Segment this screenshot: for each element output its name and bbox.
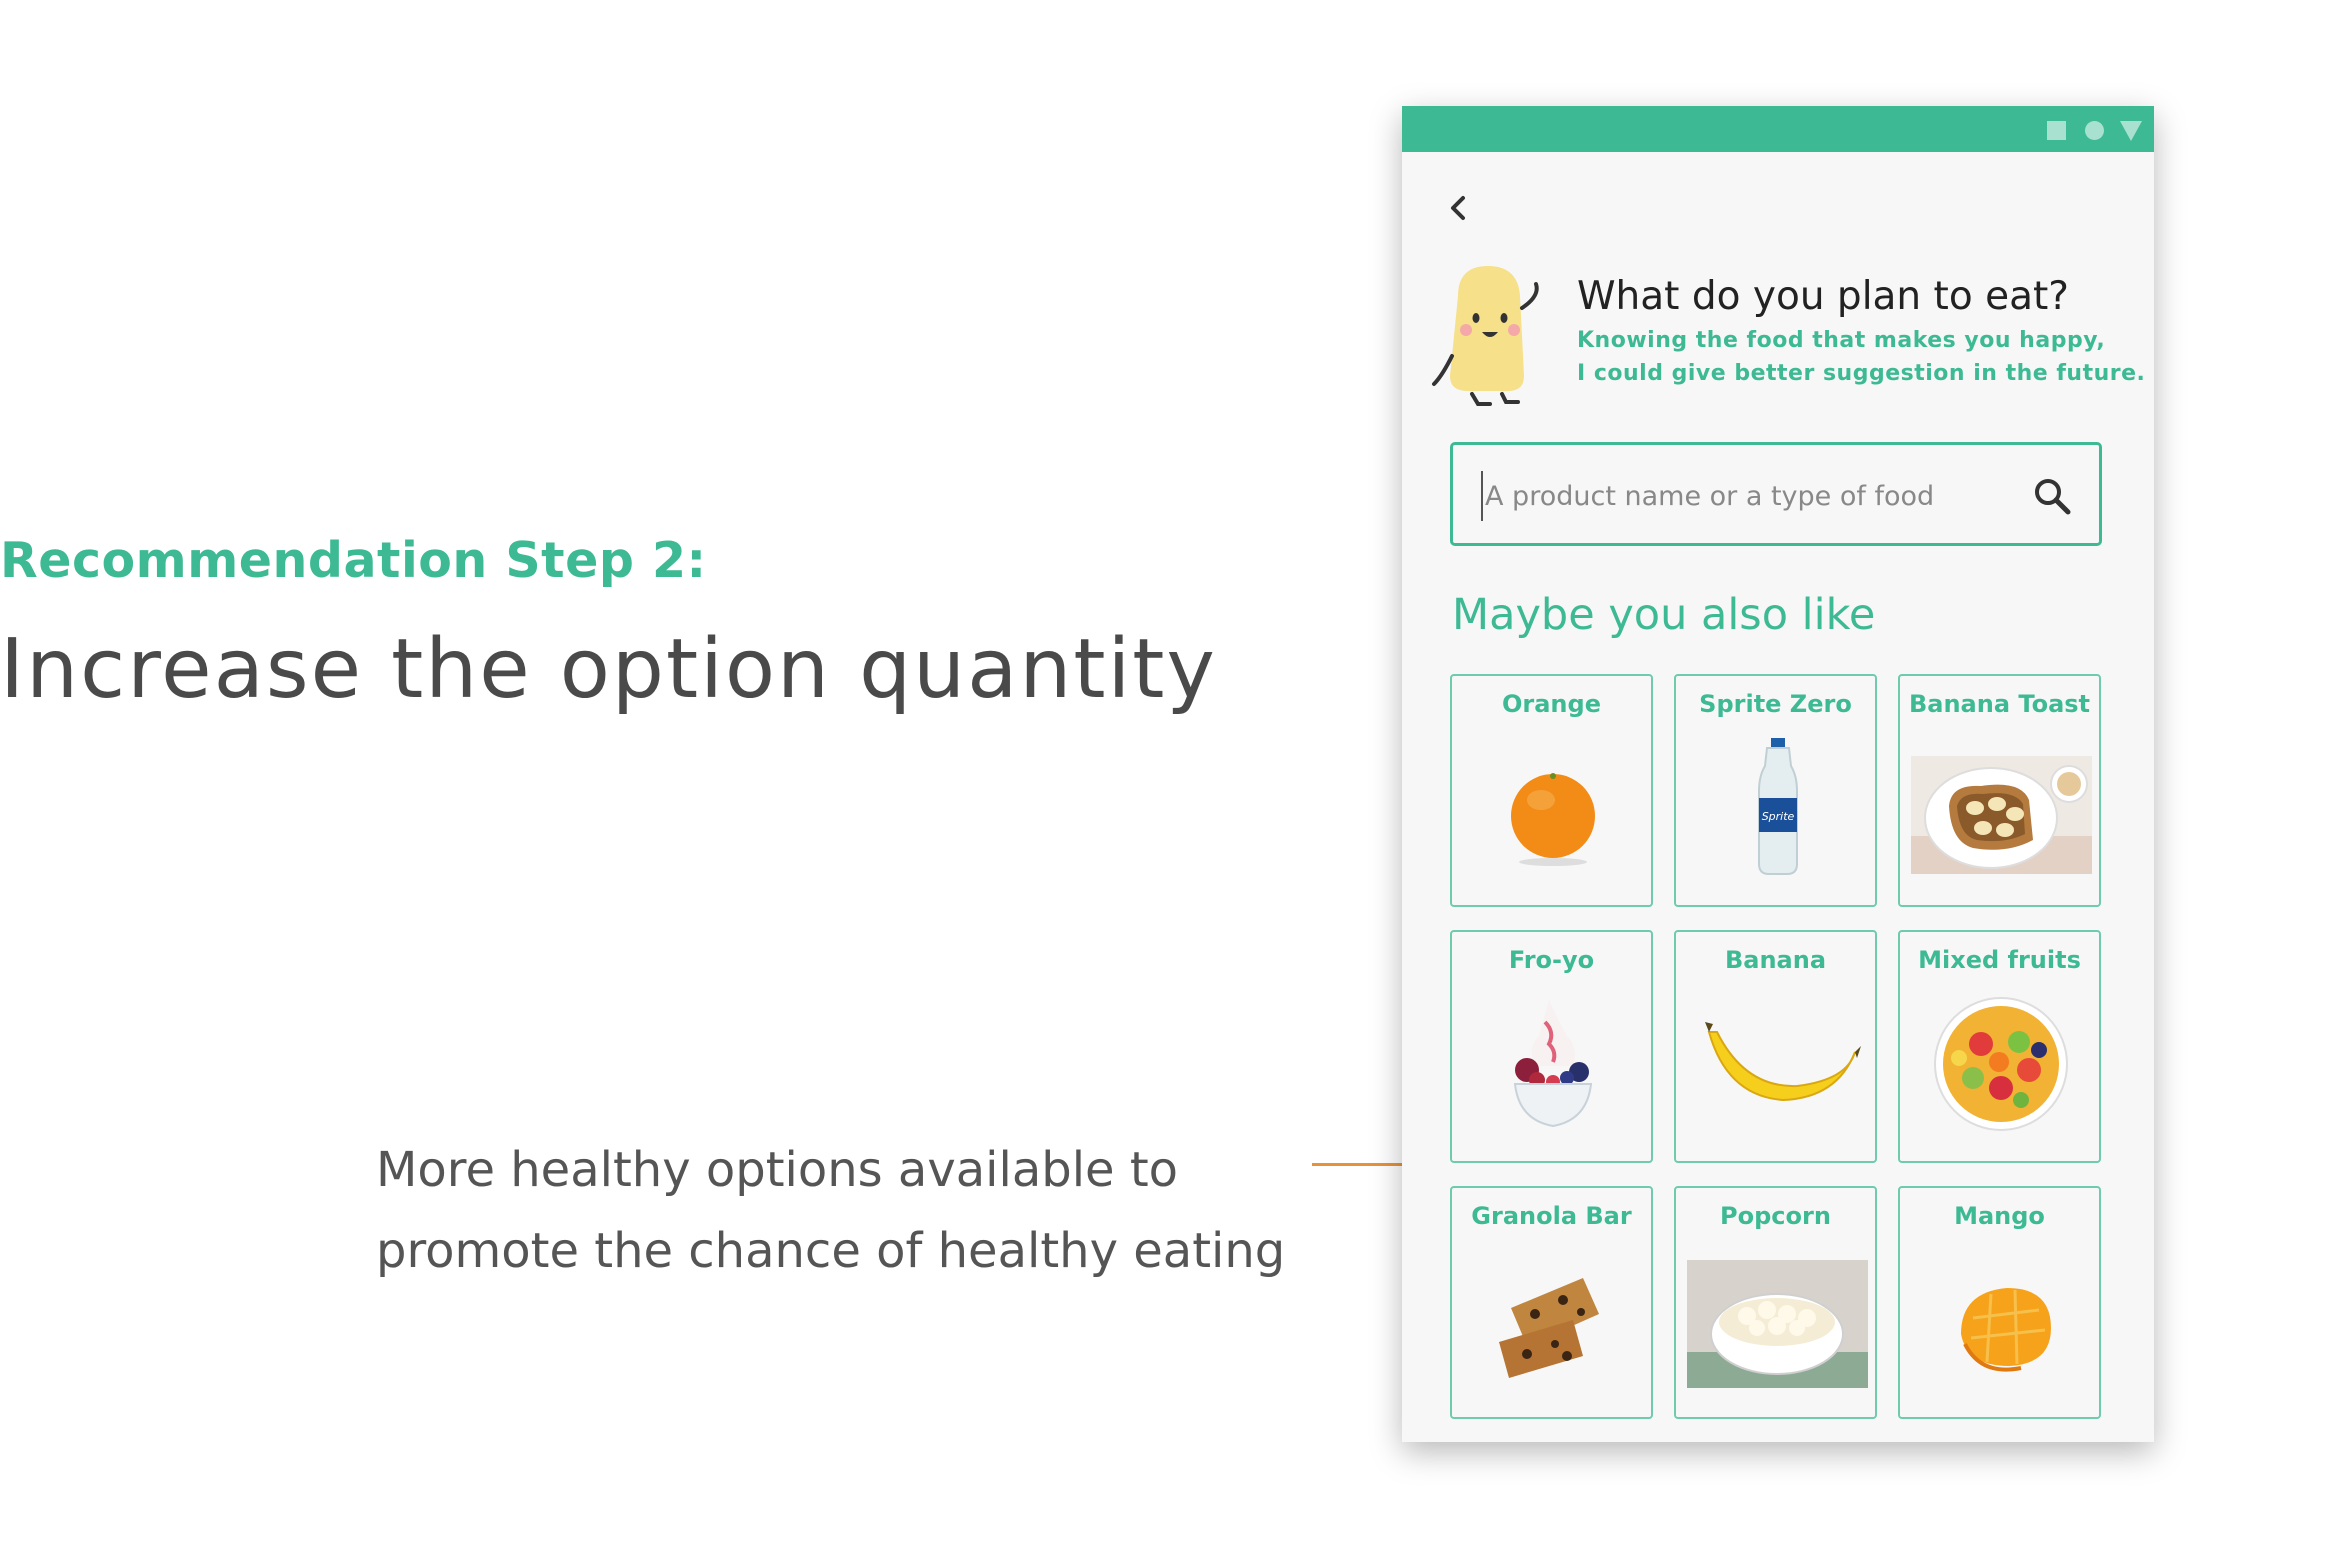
annotation-note: More healthy options available to promot… xyxy=(376,1130,1306,1292)
question-subtitle: Knowing the food that makes you happy, I… xyxy=(1577,324,2145,390)
food-card-popcorn[interactable]: Popcorn xyxy=(1674,1186,1877,1419)
question-title: What do you plan to eat? xyxy=(1577,274,2069,319)
food-card-label: Granola Bar xyxy=(1471,1202,1632,1230)
banana-image xyxy=(1705,1022,1861,1102)
mascot-icon xyxy=(1432,266,1539,406)
question-subtitle-line-2: I could give better suggestion in the fu… xyxy=(1577,361,2146,386)
mango-image xyxy=(1961,1288,2051,1372)
status-bar xyxy=(1402,106,2154,152)
food-card-orange[interactable]: Orange xyxy=(1450,674,1653,907)
food-card-mango[interactable]: Mango xyxy=(1898,1186,2101,1419)
phone-mockup: What do you plan to eat? Knowing the foo… xyxy=(1402,106,2154,1442)
square-icon xyxy=(2047,121,2066,140)
circle-icon xyxy=(2085,121,2104,140)
orange-image xyxy=(1511,773,1595,866)
food-card-label: Fro-yo xyxy=(1508,946,1595,974)
annotation-line-2: promote the chance of healthy eating xyxy=(376,1223,1286,1279)
sprite-zero-bottle-image: Sprite xyxy=(1758,738,1798,875)
section-title: Maybe you also like xyxy=(1452,590,1876,640)
food-card-label: Banana Toast xyxy=(1908,690,2091,718)
food-card-label: Banana xyxy=(1724,946,1827,974)
search-box xyxy=(1450,442,2102,546)
food-card-label: Popcorn xyxy=(1720,1202,1831,1230)
triangle-icon xyxy=(2120,121,2142,141)
food-card-granola-bar[interactable]: Granola Bar xyxy=(1450,1186,1653,1419)
frozen-yogurt-image xyxy=(1513,1000,1593,1128)
mixed-fruits-image xyxy=(1934,997,2068,1131)
svg-text:Sprite: Sprite xyxy=(1762,810,1795,823)
food-card-label: Orange xyxy=(1502,690,1601,718)
food-card-banana[interactable]: Banana xyxy=(1674,930,1877,1163)
popcorn-image xyxy=(1687,1260,1868,1388)
headline: Increase the option quantity xyxy=(0,622,1217,717)
search-input[interactable] xyxy=(1481,471,2027,521)
food-card-fro-yo[interactable]: Fro-yo xyxy=(1450,930,1653,1163)
question-subtitle-line-1: Knowing the food that makes you happy, xyxy=(1577,328,2106,353)
food-card-label: Mixed fruits xyxy=(1918,946,2081,974)
food-card-banana-toast[interactable]: Banana Toast xyxy=(1898,674,2101,907)
step-label: Recommendation Step 2: xyxy=(0,532,707,589)
granola-bar-image xyxy=(1499,1278,1599,1378)
back-arrow-icon[interactable] xyxy=(1438,186,1478,230)
food-card-label: Mango xyxy=(1954,1202,2045,1230)
annotation-line-1: More healthy options available to xyxy=(376,1142,1179,1198)
food-card-mixed-fruits[interactable]: Mixed fruits xyxy=(1898,930,2101,1163)
food-card-label: Sprite Zero xyxy=(1699,690,1852,718)
search-icon[interactable] xyxy=(2031,475,2073,517)
food-card-sprite-zero[interactable]: Sprite Zero Sprite xyxy=(1674,674,1877,907)
banana-toast-image xyxy=(1911,756,2092,874)
